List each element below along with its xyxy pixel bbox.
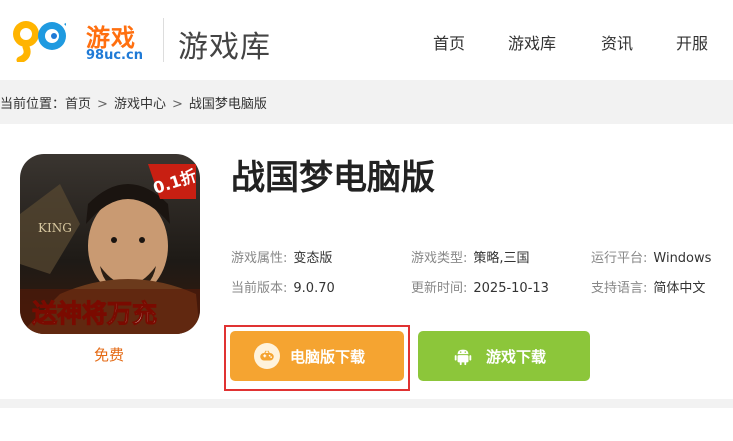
info-label: 当前版本: (231, 281, 288, 296)
game-download-label: 游戏下载 (486, 347, 547, 366)
header-divider (163, 18, 164, 62)
info-value: 变态版 (293, 251, 333, 266)
breadcrumb: 当前位置：首页 > 游戏中心 > 战国梦电脑版 (0, 93, 267, 112)
main-nav: 首页 游戏库 资讯 开服 (420, 30, 733, 54)
info-row: 当前版本: 9.0.70 更新时间: 2025-10-13 支持语言: 简体中文 (231, 277, 731, 301)
pc-download-button[interactable]: 电脑版下载 (230, 331, 404, 381)
game-detail-card: KING 0.1折 送神将万充 免费 战国梦电脑版 游戏属性: 变态版 游戏类型:… (0, 124, 733, 399)
logo-domain: 98uc.cn (86, 48, 143, 63)
game-icon: KING 0.1折 送神将万充 (20, 154, 200, 334)
pc-download-label: 电脑版下载 (290, 347, 366, 366)
nav-item-home[interactable]: 首页 (433, 30, 465, 54)
info-value: 2025-10-13 (473, 281, 549, 296)
info-updated: 更新时间: 2025-10-13 (411, 277, 549, 296)
game-info-grid: 游戏属性: 变态版 游戏类型: 策略,三国 运行平台: Windows 当前版本: 9.… (231, 247, 731, 307)
logo-mark-icon (13, 21, 66, 62)
game-title: 战国梦电脑版 (231, 158, 435, 198)
info-label: 游戏属性: (231, 251, 288, 266)
info-type: 游戏类型: 策略,三国 (411, 247, 530, 266)
svg-text:KING: KING (38, 221, 72, 235)
info-value: 9.0.70 (293, 281, 335, 296)
info-value: Windows (653, 251, 712, 266)
info-label: 游戏类型: (411, 251, 468, 266)
info-value: 简体中文 (653, 281, 706, 296)
breadcrumb-home[interactable]: 首页 (65, 93, 91, 112)
game-download-button[interactable]: 游戏下载 (418, 331, 590, 381)
info-platform: 运行平台: Windows (591, 247, 711, 266)
info-label: 运行平台: (591, 251, 648, 266)
info-value: 策略,三国 (473, 251, 530, 266)
android-icon (450, 343, 476, 369)
info-version: 当前版本: 9.0.70 (231, 277, 335, 296)
nav-item-server-launch[interactable]: 开服 (676, 30, 708, 54)
info-language: 支持语言: 简体中文 (591, 277, 705, 296)
breadcrumb-current: 战国梦电脑版 (188, 97, 267, 112)
price-label: 免费 (94, 346, 125, 364)
info-label: 支持语言: (591, 281, 648, 296)
breadcrumb-separator: > (171, 97, 183, 112)
site-logo[interactable]: 游戏 98uc.cn (10, 10, 150, 68)
info-label: 更新时间: (411, 281, 468, 296)
info-row: 游戏属性: 变态版 游戏类型: 策略,三国 运行平台: Windows (231, 247, 731, 271)
gamepad-icon (254, 343, 280, 369)
nav-item-news[interactable]: 资讯 (601, 30, 633, 54)
breadcrumb-game-center[interactable]: 游戏中心 (114, 93, 166, 112)
nav-item-game-library[interactable]: 游戏库 (508, 30, 556, 54)
site-header: 游戏 98uc.cn 游戏库 首页 游戏库 资讯 开服 (0, 0, 733, 80)
breadcrumb-separator: > (97, 97, 108, 112)
icon-banner-text: 送神将万充 (32, 299, 157, 328)
info-attribute: 游戏属性: 变态版 (231, 247, 332, 266)
section-title: 游戏库 (178, 30, 271, 65)
game-icon-art: KING 0.1折 送神将万充 (20, 154, 200, 334)
next-section-strip (0, 408, 733, 441)
breadcrumb-prefix: 当前位置： (0, 97, 66, 112)
